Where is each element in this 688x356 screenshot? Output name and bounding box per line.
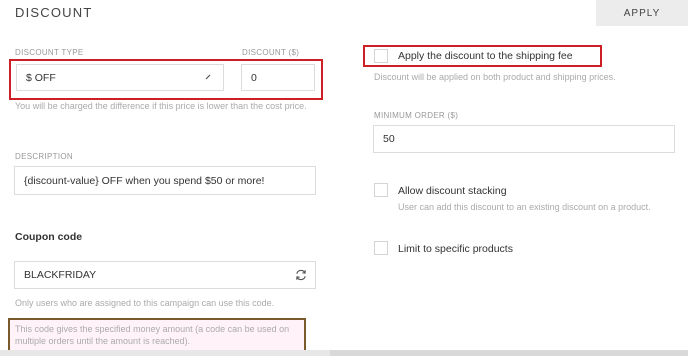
specific-products-label[interactable]: Limit to specific products [398, 243, 513, 255]
stacking-label[interactable]: Allow discount stacking [398, 185, 507, 197]
shipping-helper-text: Discount will be applied on both product… [374, 72, 616, 82]
coupon-code-input[interactable]: BLACKFRIDAY [14, 261, 316, 289]
discount-type-label: DISCOUNT TYPE [15, 48, 84, 57]
description-value: {discount-value} OFF when you spend $50 … [24, 174, 265, 187]
description-input[interactable]: {discount-value} OFF when you spend $50 … [14, 166, 316, 195]
coupon-code-value: BLACKFRIDAY [24, 269, 97, 281]
bottom-scroll-bar [0, 350, 688, 356]
apply-button[interactable]: APPLY [596, 0, 688, 26]
specific-products-checkbox[interactable] [374, 241, 388, 255]
minimum-order-value: 50 [383, 133, 395, 145]
coupon-info-text: This code gives the specified money amou… [15, 324, 290, 346]
description-label: DESCRIPTION [15, 152, 73, 161]
highlight-discount-fields [9, 59, 323, 100]
minimum-order-label: MINIMUM ORDER ($) [374, 111, 459, 120]
refresh-icon[interactable] [294, 268, 308, 282]
coupon-helper-text: Only users who are assigned to this camp… [15, 298, 275, 308]
stacking-helper-text: User can add this discount to an existin… [398, 202, 651, 212]
highlight-shipping-option [363, 45, 602, 67]
minimum-order-input[interactable]: 50 [373, 125, 675, 153]
price-helper-text: You will be charged the difference if th… [15, 101, 307, 111]
page-title: DISCOUNT [15, 5, 93, 20]
coupon-code-title: Coupon code [15, 231, 83, 243]
stacking-checkbox[interactable] [374, 183, 388, 197]
discount-page: DISCOUNT APPLY DISCOUNT TYPE DISCOUNT ($… [0, 0, 688, 356]
discount-amount-label: DISCOUNT ($) [242, 48, 300, 57]
